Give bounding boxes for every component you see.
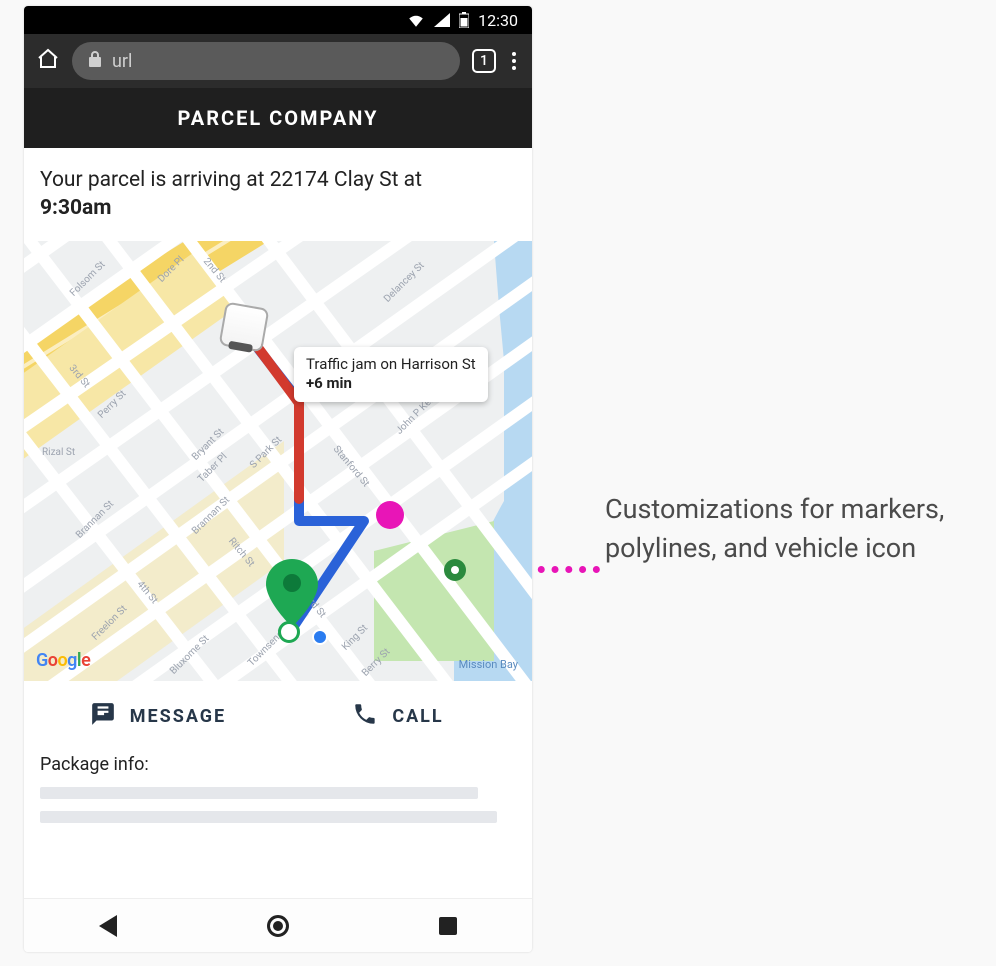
url-text: url (112, 51, 132, 72)
traffic-callout-delay: +6 min (306, 374, 476, 394)
home-icon[interactable] (36, 47, 60, 75)
map-area-label: Mission Bay (459, 658, 518, 671)
annotation-pointer-dot (376, 501, 404, 529)
vehicle-marker-icon[interactable] (219, 301, 270, 352)
message-button[interactable]: MESSAGE (38, 701, 278, 732)
skeleton-line (40, 787, 478, 799)
arrival-suffix: at (398, 168, 422, 192)
android-nav-bar (24, 898, 532, 952)
map-view[interactable]: Folsom St Dore Pl 2nd St Delancey St 3rd… (24, 241, 532, 681)
signal-icon (434, 13, 450, 27)
wifi-icon (407, 13, 425, 27)
traffic-callout[interactable]: Traffic jam on Harrison St +6 min (294, 347, 488, 402)
call-label: CALL (392, 706, 443, 727)
status-bar: 12:30 (24, 6, 532, 34)
annotation-text: Customizations for markers, polylines, a… (605, 490, 945, 568)
url-bar[interactable]: url (72, 42, 460, 80)
map-attribution: Google (36, 650, 90, 671)
destination-marker-icon[interactable] (266, 559, 318, 627)
app-title: PARCEL COMPANY (24, 88, 532, 148)
park-poi-icon[interactable] (444, 559, 466, 581)
arrival-message: Your parcel is arriving at 22174 Clay St… (24, 148, 532, 241)
message-icon (90, 701, 116, 732)
browser-chrome: url 1 (24, 34, 532, 88)
destination-ring-icon (278, 621, 300, 643)
call-button[interactable]: CALL (278, 701, 518, 732)
action-bar: MESSAGE CALL (24, 681, 532, 746)
skeleton-line (40, 811, 497, 823)
nav-recents-icon[interactable] (439, 917, 457, 935)
package-info-section: Package info: (24, 746, 532, 841)
phone-icon (352, 701, 378, 732)
traffic-callout-title: Traffic jam on Harrison St (306, 355, 476, 375)
overflow-menu-icon[interactable] (508, 48, 520, 74)
arrival-time: 9:30am (40, 196, 112, 220)
nav-home-icon[interactable] (267, 915, 289, 937)
tab-count[interactable]: 1 (472, 49, 496, 73)
status-time: 12:30 (478, 11, 518, 30)
nav-back-icon[interactable] (99, 915, 117, 937)
arrival-address: 22174 Clay St (270, 168, 399, 192)
arrival-prefix: Your parcel is arriving at (40, 168, 270, 192)
map-street-label: Rizal St (42, 447, 75, 458)
phone-frame: 12:30 url 1 PARCEL COMPANY Your parcel i… (24, 6, 532, 952)
current-location-icon (312, 629, 328, 645)
package-info-heading: Package info: (40, 754, 516, 775)
message-label: MESSAGE (130, 706, 226, 727)
battery-icon (459, 12, 469, 28)
lock-icon (88, 51, 102, 72)
